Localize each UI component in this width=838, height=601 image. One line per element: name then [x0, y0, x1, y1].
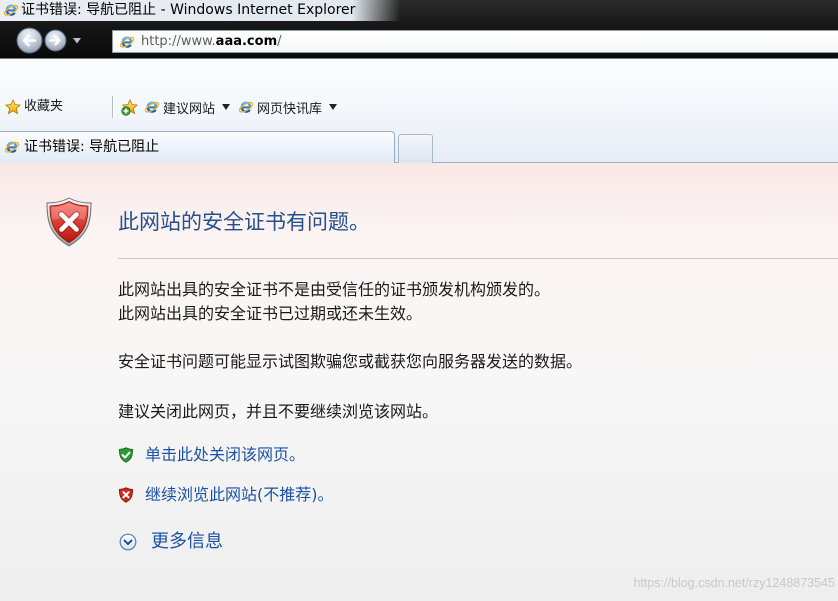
favorites-item-suggested-sites[interactable]: 建议网站 [144, 96, 230, 118]
watermark: https://blog.csdn.net/rzy1248873545 [633, 576, 835, 590]
ie-icon [238, 99, 254, 115]
url-domain: aaa.com [215, 34, 278, 49]
url-prefix: http://www. [141, 34, 216, 49]
unsafe-shield-icon [118, 487, 134, 503]
window-title: 证书错误: 导航已阻止 - Windows Internet Explorer [21, 2, 356, 18]
url-suffix: / [277, 34, 282, 49]
favorites-item-web-slice-gallery[interactable]: 网页快讯库 [238, 96, 337, 118]
chevron-down-icon [222, 104, 230, 110]
close-page-link[interactable]: 单击此处关闭该网页。 [145, 445, 305, 465]
ie-icon [144, 99, 160, 115]
favorites-item-label: 建议网站 [163, 101, 216, 117]
window-frame: 证书错误: 导航已阻止 - Windows Internet Explorer … [0, 0, 838, 58]
forward-button[interactable] [44, 29, 67, 52]
error-shield-icon [46, 197, 92, 247]
issue-untrusted-ca: 此网站出具的安全证书不是由受信任的证书颁发机构颁发的。 [118, 280, 551, 299]
continue-to-site-link[interactable]: 继续浏览此网站(不推荐)。 [145, 485, 334, 505]
tab-certificate-error[interactable]: 证书错误: 导航已阻止 [0, 131, 395, 163]
address-bar[interactable]: http://www.aaa.com/ [112, 30, 838, 53]
favorites-button[interactable]: 收藏夹 [24, 98, 63, 116]
ie-icon [4, 139, 20, 155]
error-page: 此网站的安全证书有问题。 此网站出具的安全证书不是由受信任的证书颁发机构颁发的。… [0, 163, 838, 601]
chevron-down-icon [73, 38, 81, 44]
title-bar: 证书错误: 导航已阻止 - Windows Internet Explorer [0, 0, 400, 21]
back-button[interactable] [16, 27, 43, 54]
add-favorite-icon[interactable] [121, 99, 138, 116]
new-tab-button[interactable] [398, 134, 433, 163]
security-warning: 安全证书问题可能显示试图欺骗您或截获您向服务器发送的数据。 [118, 352, 583, 371]
recommendation: 建议关闭此网页，并且不要继续浏览该网站。 [118, 402, 439, 421]
chevron-down-icon [329, 104, 337, 110]
toolbar-area: 收藏夹 建议网站 网页快讯库 证书错误: 导航已阻止 [0, 58, 838, 163]
page-title: 此网站的安全证书有问题。 [118, 210, 370, 234]
tab-label: 证书错误: 导航已阻止 [24, 139, 160, 155]
address-url[interactable]: http://www.aaa.com/ [141, 31, 282, 52]
issue-expired: 此网站出具的安全证书已过期或还未生效。 [118, 304, 423, 323]
ie-icon [119, 34, 135, 50]
safe-shield-icon [118, 447, 134, 463]
toolbar-separator [112, 96, 114, 118]
favorites-item-label: 网页快讯库 [257, 101, 323, 117]
heading-divider [118, 258, 838, 259]
favorites-star-icon[interactable] [5, 99, 21, 115]
ie-icon [3, 2, 19, 18]
recent-pages-dropdown[interactable] [72, 37, 82, 45]
more-information-link[interactable]: 更多信息 [151, 530, 223, 554]
expand-circle-icon[interactable] [119, 533, 137, 551]
